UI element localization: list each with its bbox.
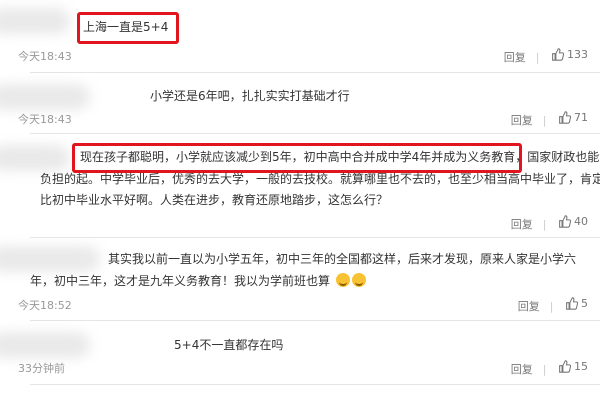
- laughing-emoji-icon: [335, 273, 350, 287]
- divider: [30, 237, 600, 238]
- comment-text-line: 比初中毕业水平好啊。人类在进步，教育还原地踏步，这怎么行？: [40, 193, 389, 207]
- comment-time: 今天18:43: [18, 50, 72, 63]
- divider: [30, 320, 600, 321]
- comment-text-line: 其实我以前一直以为小学五年，初中三年的全国都这样，后来才发现，原来人家是小学六: [108, 252, 577, 266]
- blurred-avatar: [0, 332, 90, 358]
- like-count: 40: [574, 215, 588, 228]
- comment-text: 小学还是6年吧，扎扎实实打基础才行: [150, 89, 350, 103]
- comment-text-line: 负担的起。中学毕业后，优秀的去大学，一般的去技校。就算哪里也不去的，也至少相当高…: [40, 172, 600, 186]
- divider: [30, 133, 600, 134]
- blurred-avatar: [0, 84, 90, 110]
- comment-text-line: 年，初中三年，这才是九年义务教育！我以为学前班也算: [30, 270, 366, 292]
- blurred-avatar: [0, 8, 70, 34]
- like-button[interactable]: 133: [551, 48, 588, 61]
- comment-text: 5+4不一直都存在吗: [174, 338, 284, 352]
- thumbs-up-icon: [566, 297, 578, 310]
- comment-time: 今天18:43: [18, 113, 72, 126]
- comment-time: 33分钟前: [18, 362, 65, 375]
- thumbs-up-icon: [559, 360, 571, 373]
- thumbs-up-icon: [559, 111, 571, 124]
- thumbs-up-icon: [559, 215, 571, 228]
- comment-text-line: 现在孩子都聪明，小学就应该减少到5年，初中高中合并成中学4年并成为义务教育，国家…: [80, 150, 600, 164]
- like-button[interactable]: 5: [565, 297, 588, 310]
- like-button[interactable]: 15: [558, 360, 588, 373]
- laughing-emoji-icon: [351, 273, 366, 287]
- thumbs-up-icon: [552, 48, 564, 61]
- comment-time: 今天18:52: [18, 299, 72, 312]
- like-button[interactable]: 71: [558, 111, 588, 124]
- comment-list: 上海一直是5+4 今天18:43 回复 | 133 小学还是6年吧，扎扎实实打基础…: [0, 0, 600, 400]
- reply-button[interactable]: 回复: [518, 300, 540, 313]
- like-count: 133: [567, 48, 588, 61]
- like-count: 5: [581, 297, 588, 310]
- reply-button[interactable]: 回复: [511, 114, 533, 127]
- like-count: 15: [574, 360, 588, 373]
- like-button[interactable]: 40: [558, 215, 588, 228]
- blurred-avatar: [0, 246, 100, 272]
- divider: [30, 72, 600, 73]
- reply-button[interactable]: 回复: [511, 363, 533, 376]
- divider: [30, 384, 600, 385]
- comment-text: 上海一直是5+4: [83, 20, 169, 34]
- reply-button[interactable]: 回复: [511, 218, 533, 231]
- comment-text: 年，初中三年，这才是九年义务教育！我以为学前班也算: [30, 274, 331, 288]
- like-count: 71: [574, 111, 588, 124]
- reply-button[interactable]: 回复: [504, 51, 526, 64]
